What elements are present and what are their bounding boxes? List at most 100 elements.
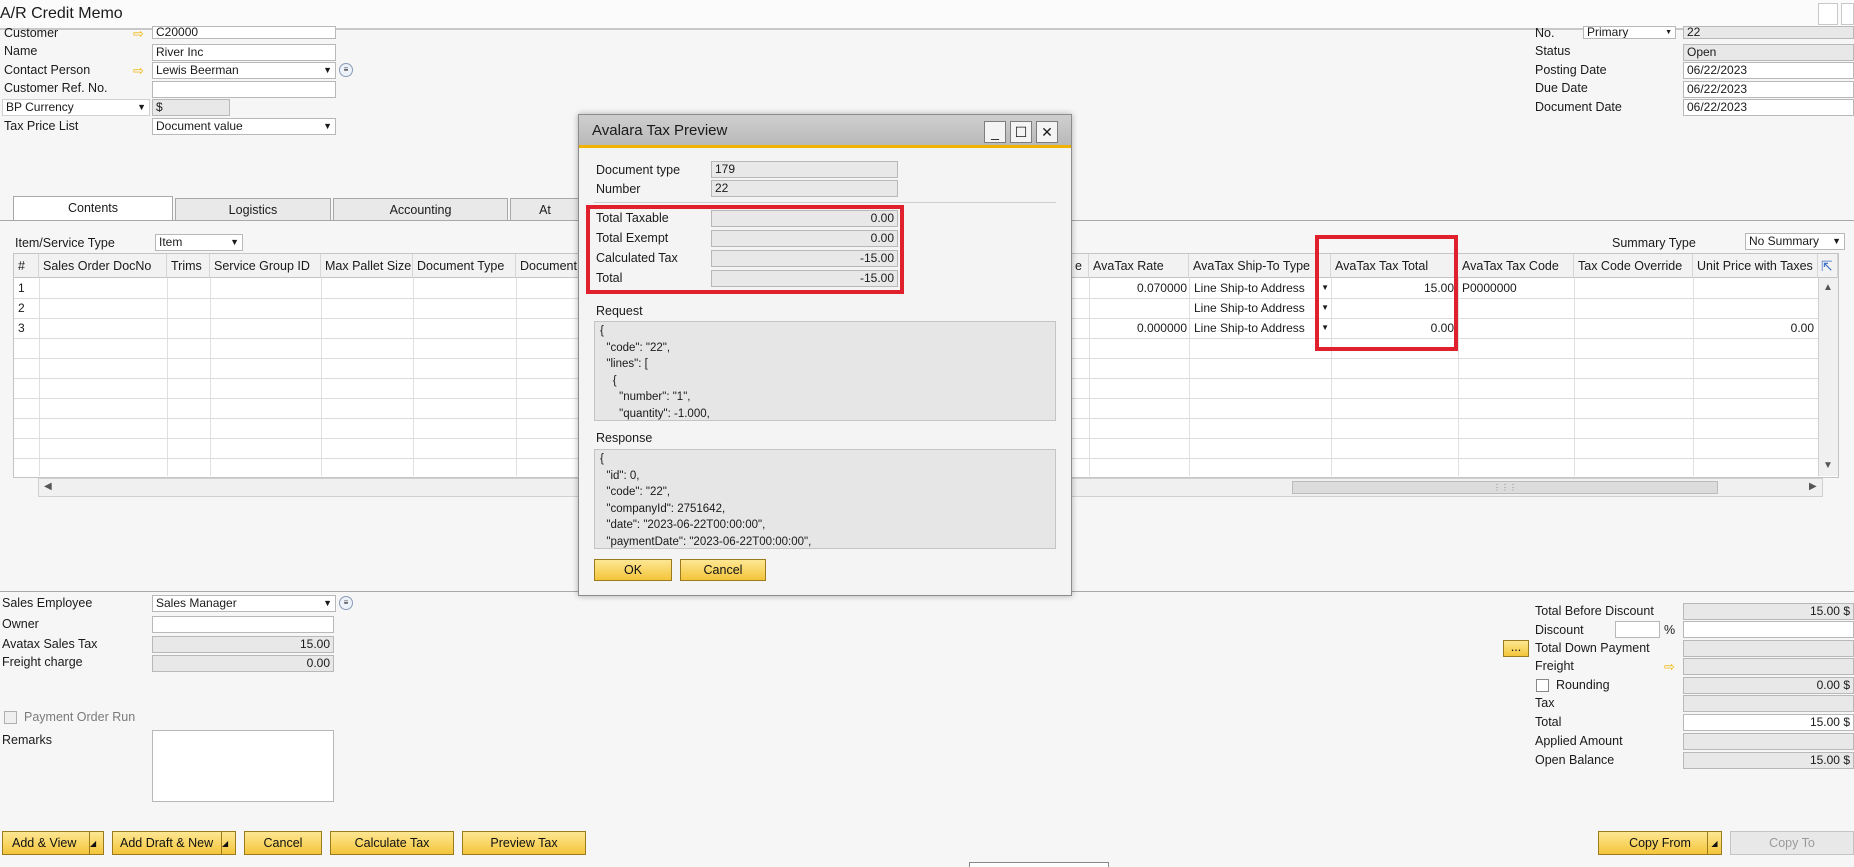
row-3-unit-price[interactable]: 0.00 bbox=[1693, 318, 1814, 338]
tab-accounting[interactable]: Accounting bbox=[333, 198, 508, 221]
sales-employee-info-icon[interactable]: ≡ bbox=[339, 596, 353, 610]
grid-header-max-pallet-size[interactable]: Max Pallet Size bbox=[321, 254, 413, 278]
customer-ref-label: Customer Ref. No. bbox=[4, 81, 108, 95]
row-3-ship-to-type[interactable]: Line Ship-to Address ▼ bbox=[1194, 318, 1329, 338]
item-service-type-select[interactable]: Item ▼ bbox=[155, 234, 243, 251]
rounding-field: 0.00 $ bbox=[1683, 677, 1854, 694]
chevron-down-icon[interactable]: ◢ bbox=[89, 832, 103, 854]
remarks-textarea[interactable] bbox=[152, 730, 334, 802]
tab-contents[interactable]: Contents bbox=[13, 196, 173, 221]
discount-amount-field[interactable] bbox=[1683, 621, 1854, 638]
minimize-icon[interactable] bbox=[1818, 3, 1838, 25]
dialog-maximize-icon[interactable]: ☐ bbox=[1010, 121, 1032, 143]
total-field: 15.00 $ bbox=[1683, 714, 1854, 731]
discount-label: Discount bbox=[1535, 623, 1584, 637]
freight-label: Freight bbox=[1535, 659, 1574, 673]
grid-header-avatax-tax-code[interactable]: AvaTax Tax Code bbox=[1458, 254, 1574, 278]
grid-header-tax-code-override[interactable]: Tax Code Override bbox=[1574, 254, 1693, 278]
grid-header-partial[interactable]: e bbox=[1071, 254, 1089, 278]
document-type-field: 179 bbox=[711, 161, 898, 178]
customer-link-arrow-icon[interactable]: ⇨ bbox=[133, 25, 144, 42]
dialog-ok-button[interactable]: OK bbox=[594, 559, 672, 581]
summary-type-label: Summary Type bbox=[1612, 236, 1696, 250]
total-down-payment-field bbox=[1683, 640, 1854, 657]
freight-link-arrow-icon[interactable]: ⇨ bbox=[1664, 658, 1675, 675]
dialog-separator bbox=[594, 202, 1056, 203]
rounding-checkbox[interactable] bbox=[1536, 679, 1549, 692]
avatax-sales-tax-field: 15.00 bbox=[152, 636, 334, 653]
discount-percent-field[interactable] bbox=[1615, 621, 1660, 638]
customer-field[interactable]: C20000 bbox=[152, 26, 336, 39]
row-3-avatax-rate[interactable]: 0.000000 bbox=[1089, 318, 1187, 338]
grid-vertical-scrollbar[interactable]: ▲ ▼ bbox=[1818, 278, 1838, 476]
scroll-up-icon[interactable]: ▲ bbox=[1823, 282, 1833, 293]
series-select[interactable]: Primary ▼ bbox=[1583, 26, 1676, 39]
grid-header-avatax-rate[interactable]: AvaTax Rate bbox=[1089, 254, 1189, 278]
grid-header-unit-price-with-taxes[interactable]: Unit Price with Taxes bbox=[1693, 254, 1818, 278]
chevron-down-icon[interactable]: ◢ bbox=[1707, 832, 1721, 854]
total-label: Total bbox=[1535, 715, 1562, 729]
calculate-tax-button[interactable]: Calculate Tax bbox=[330, 831, 454, 855]
grid-header-num[interactable]: # bbox=[14, 254, 39, 278]
owner-field[interactable] bbox=[152, 616, 334, 633]
rounding-label: Rounding bbox=[1556, 678, 1610, 692]
document-type-label: Document type bbox=[596, 163, 681, 177]
payment-order-run-checkbox[interactable] bbox=[4, 711, 17, 724]
tax-price-list-label: Tax Price List bbox=[4, 119, 79, 133]
tax-price-list-select[interactable]: Document value ▼ bbox=[152, 118, 336, 135]
scroll-right-icon[interactable]: ▶ bbox=[1809, 481, 1817, 492]
copy-from-button[interactable]: Copy From ◢ bbox=[1598, 831, 1722, 855]
status-label: Status bbox=[1535, 44, 1571, 58]
chevron-down-icon: ▼ bbox=[323, 598, 332, 608]
contact-info-icon[interactable]: ≡ bbox=[339, 63, 353, 77]
contact-link-arrow-icon[interactable]: ⇨ bbox=[133, 62, 144, 79]
highlight-tax-summary bbox=[586, 205, 904, 294]
cancel-button[interactable]: Cancel bbox=[244, 831, 322, 855]
request-textarea[interactable]: { "code": "22", "lines": [ { "number": "… bbox=[594, 321, 1056, 421]
tab-attachments[interactable]: At bbox=[510, 198, 580, 221]
applied-amount-label: Applied Amount bbox=[1535, 734, 1623, 748]
posting-date-field[interactable]: 06/22/2023 bbox=[1683, 62, 1854, 79]
chevron-down-icon[interactable]: ◢ bbox=[221, 832, 235, 854]
grid-header-service-group-id[interactable]: Service Group ID bbox=[210, 254, 321, 278]
scroll-left-icon[interactable]: ◀ bbox=[44, 481, 52, 492]
add-view-button[interactable]: Add & View ◢ bbox=[2, 831, 104, 855]
down-payment-button[interactable]: ... bbox=[1503, 640, 1529, 657]
contact-person-select[interactable]: Lewis Beerman ▼ bbox=[152, 62, 336, 79]
grid-header-document-type[interactable]: Document Type bbox=[413, 254, 516, 278]
avatax-sales-tax-label: Avatax Sales Tax bbox=[2, 637, 98, 651]
grid-header-trims[interactable]: Trims bbox=[167, 254, 210, 278]
grid-expand-icon[interactable]: ⇱ bbox=[1818, 254, 1838, 278]
due-date-field[interactable]: 06/22/2023 bbox=[1683, 81, 1854, 98]
add-draft-new-button[interactable]: Add Draft & New ◢ bbox=[112, 831, 236, 855]
response-textarea[interactable]: { "id": 0, "code": "22", "companyId": 27… bbox=[594, 449, 1056, 549]
avalara-tax-preview-dialog: Avalara Tax Preview _ ☐ ✕ Document type … bbox=[578, 114, 1072, 596]
row-1-tax-code[interactable]: P0000000 bbox=[1462, 278, 1517, 298]
sales-employee-select[interactable]: Sales Manager ▼ bbox=[152, 595, 336, 612]
name-field[interactable]: River Inc bbox=[152, 44, 336, 61]
scroll-down-icon[interactable]: ▼ bbox=[1823, 460, 1833, 471]
document-date-field[interactable]: 06/22/2023 bbox=[1683, 99, 1854, 116]
summary-type-select[interactable]: No Summary ▼ bbox=[1745, 233, 1845, 250]
applied-amount-field bbox=[1683, 733, 1854, 750]
dialog-close-icon[interactable]: ✕ bbox=[1036, 121, 1058, 143]
freight-charge-label: Freight charge bbox=[2, 655, 83, 669]
row-1-ship-to-type[interactable]: Line Ship-to Address ▼ bbox=[1194, 278, 1329, 298]
response-label: Response bbox=[596, 431, 653, 445]
doc-number-field: 22 bbox=[1683, 26, 1854, 39]
freight-field bbox=[1683, 658, 1854, 675]
dialog-minimize-icon[interactable]: _ bbox=[984, 121, 1006, 143]
dialog-cancel-button[interactable]: Cancel bbox=[680, 559, 766, 581]
row-2-ship-to-type[interactable]: Line Ship-to Address ▼ bbox=[1194, 298, 1329, 318]
restore-icon[interactable] bbox=[1841, 3, 1854, 25]
number-label: Number bbox=[596, 182, 641, 196]
contact-person-label: Contact Person bbox=[4, 63, 91, 77]
grid-header-avatax-ship-to-type[interactable]: AvaTax Ship-To Type bbox=[1189, 254, 1331, 278]
row-1-avatax-rate[interactable]: 0.070000 bbox=[1089, 278, 1187, 298]
preview-tax-button[interactable]: Preview Tax bbox=[462, 831, 586, 855]
scroll-thumb[interactable]: ⋮⋮⋮ bbox=[1292, 481, 1718, 494]
tab-logistics[interactable]: Logistics bbox=[175, 198, 331, 221]
bp-currency-select[interactable]: BP Currency ▼ bbox=[2, 99, 150, 116]
grid-header-sales-order-docno[interactable]: Sales Order DocNo bbox=[39, 254, 167, 278]
customer-ref-field[interactable] bbox=[152, 81, 336, 98]
